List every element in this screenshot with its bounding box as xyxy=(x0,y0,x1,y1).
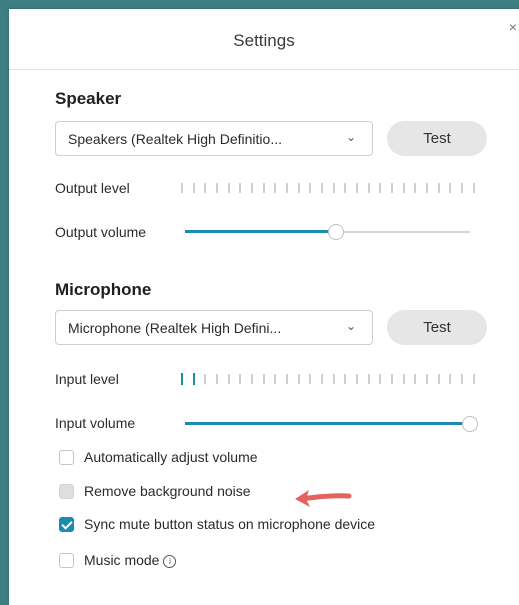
level-bar xyxy=(251,374,254,384)
level-bar xyxy=(367,183,370,193)
level-bar xyxy=(332,374,335,384)
level-bar xyxy=(391,374,394,384)
level-bar xyxy=(402,374,405,384)
music-mode-checkbox[interactable] xyxy=(59,552,74,568)
remove-background-noise-label: Remove background noise xyxy=(84,483,251,499)
level-bar xyxy=(367,374,370,384)
level-bar xyxy=(379,374,382,384)
level-bar xyxy=(204,183,207,193)
level-bar xyxy=(391,183,394,193)
level-bar xyxy=(274,374,277,384)
level-bar xyxy=(356,374,359,384)
sync-mute-option[interactable]: Sync mute button status on microphone de… xyxy=(59,514,375,534)
music-mode-text: Music mode xyxy=(84,552,160,568)
level-bar xyxy=(332,183,335,193)
level-bar xyxy=(262,183,265,193)
level-bar xyxy=(286,374,289,384)
level-bar xyxy=(309,374,312,384)
level-bar xyxy=(181,373,183,385)
auto-adjust-volume-option[interactable]: Automatically adjust volume xyxy=(59,447,258,467)
remove-background-noise-option: Remove background noise xyxy=(59,481,251,501)
annotation-arrow-icon xyxy=(295,490,352,507)
close-icon[interactable]: × xyxy=(509,19,517,35)
level-bar xyxy=(437,183,440,193)
slider-fill xyxy=(185,422,470,425)
level-bar xyxy=(262,374,265,384)
level-bar xyxy=(274,183,277,193)
auto-adjust-volume-checkbox[interactable] xyxy=(59,449,74,465)
level-bar xyxy=(321,183,324,193)
input-level-label: Input level xyxy=(55,371,119,387)
level-bar xyxy=(204,374,207,384)
microphone-device-select[interactable]: Microphone (Realtek High Defini... ⌄ xyxy=(55,310,373,345)
level-bar xyxy=(414,183,417,193)
output-level-meter xyxy=(181,181,475,195)
level-bar xyxy=(449,183,452,193)
level-bar xyxy=(216,183,219,193)
microphone-device-value: Microphone (Realtek High Defini... xyxy=(68,320,282,336)
speaker-device-select[interactable]: Speakers (Realtek High Definitio... ⌄ xyxy=(55,121,373,156)
level-bar xyxy=(239,183,242,193)
level-bar xyxy=(426,183,429,193)
level-bar xyxy=(227,374,230,384)
level-bar xyxy=(216,374,219,384)
chevron-down-icon: ⌄ xyxy=(345,319,356,333)
level-bar xyxy=(437,374,440,384)
slider-thumb[interactable] xyxy=(328,224,345,240)
level-bar xyxy=(379,183,382,193)
level-bar xyxy=(356,183,359,193)
title-bar: Settings × xyxy=(9,9,519,70)
level-bar xyxy=(449,374,452,384)
speaker-device-value: Speakers (Realtek High Definitio... xyxy=(68,131,282,147)
level-bar xyxy=(309,183,312,193)
output-level-label: Output level xyxy=(55,180,130,196)
level-bar xyxy=(181,183,183,193)
remove-background-noise-checkbox xyxy=(59,483,74,499)
info-icon[interactable]: i xyxy=(163,554,177,568)
sync-mute-checkbox[interactable] xyxy=(59,516,74,532)
speaker-heading: Speaker xyxy=(55,89,122,108)
sync-mute-label: Sync mute button status on microphone de… xyxy=(84,516,376,532)
level-bar xyxy=(251,183,254,193)
level-bar xyxy=(297,183,300,193)
chevron-down-icon: ⌄ xyxy=(345,130,356,144)
microphone-test-button[interactable]: Test xyxy=(387,310,487,345)
level-bar xyxy=(461,374,464,384)
level-bar xyxy=(192,183,195,193)
level-bar xyxy=(472,374,475,384)
level-bar xyxy=(461,183,464,193)
level-bar xyxy=(344,183,347,193)
input-volume-slider[interactable] xyxy=(185,416,478,432)
microphone-heading: Microphone xyxy=(55,280,152,299)
output-volume-label: Output volume xyxy=(55,224,147,240)
level-bar xyxy=(344,374,347,384)
level-bar xyxy=(227,183,230,193)
auto-adjust-volume-label: Automatically adjust volume xyxy=(84,449,258,465)
settings-dialog: Settings × Speaker Speakers (Realtek Hig… xyxy=(9,9,519,605)
level-bar xyxy=(472,183,475,193)
dialog-title: Settings xyxy=(233,31,295,50)
level-bar xyxy=(426,374,429,384)
slider-fill xyxy=(185,230,337,233)
level-bar xyxy=(192,373,195,385)
output-volume-slider[interactable] xyxy=(185,224,470,240)
level-bar xyxy=(414,374,417,384)
level-bar xyxy=(402,183,405,193)
music-mode-option[interactable]: Music mode i xyxy=(59,550,177,570)
level-bar xyxy=(286,183,289,193)
slider-thumb[interactable] xyxy=(462,416,478,432)
level-bar xyxy=(239,374,242,384)
input-level-meter xyxy=(181,372,475,386)
speaker-test-button[interactable]: Test xyxy=(387,121,487,156)
music-mode-label: Music mode i xyxy=(84,552,177,568)
input-volume-label: Input volume xyxy=(55,415,136,431)
level-bar xyxy=(321,374,324,384)
level-bar xyxy=(297,374,300,384)
